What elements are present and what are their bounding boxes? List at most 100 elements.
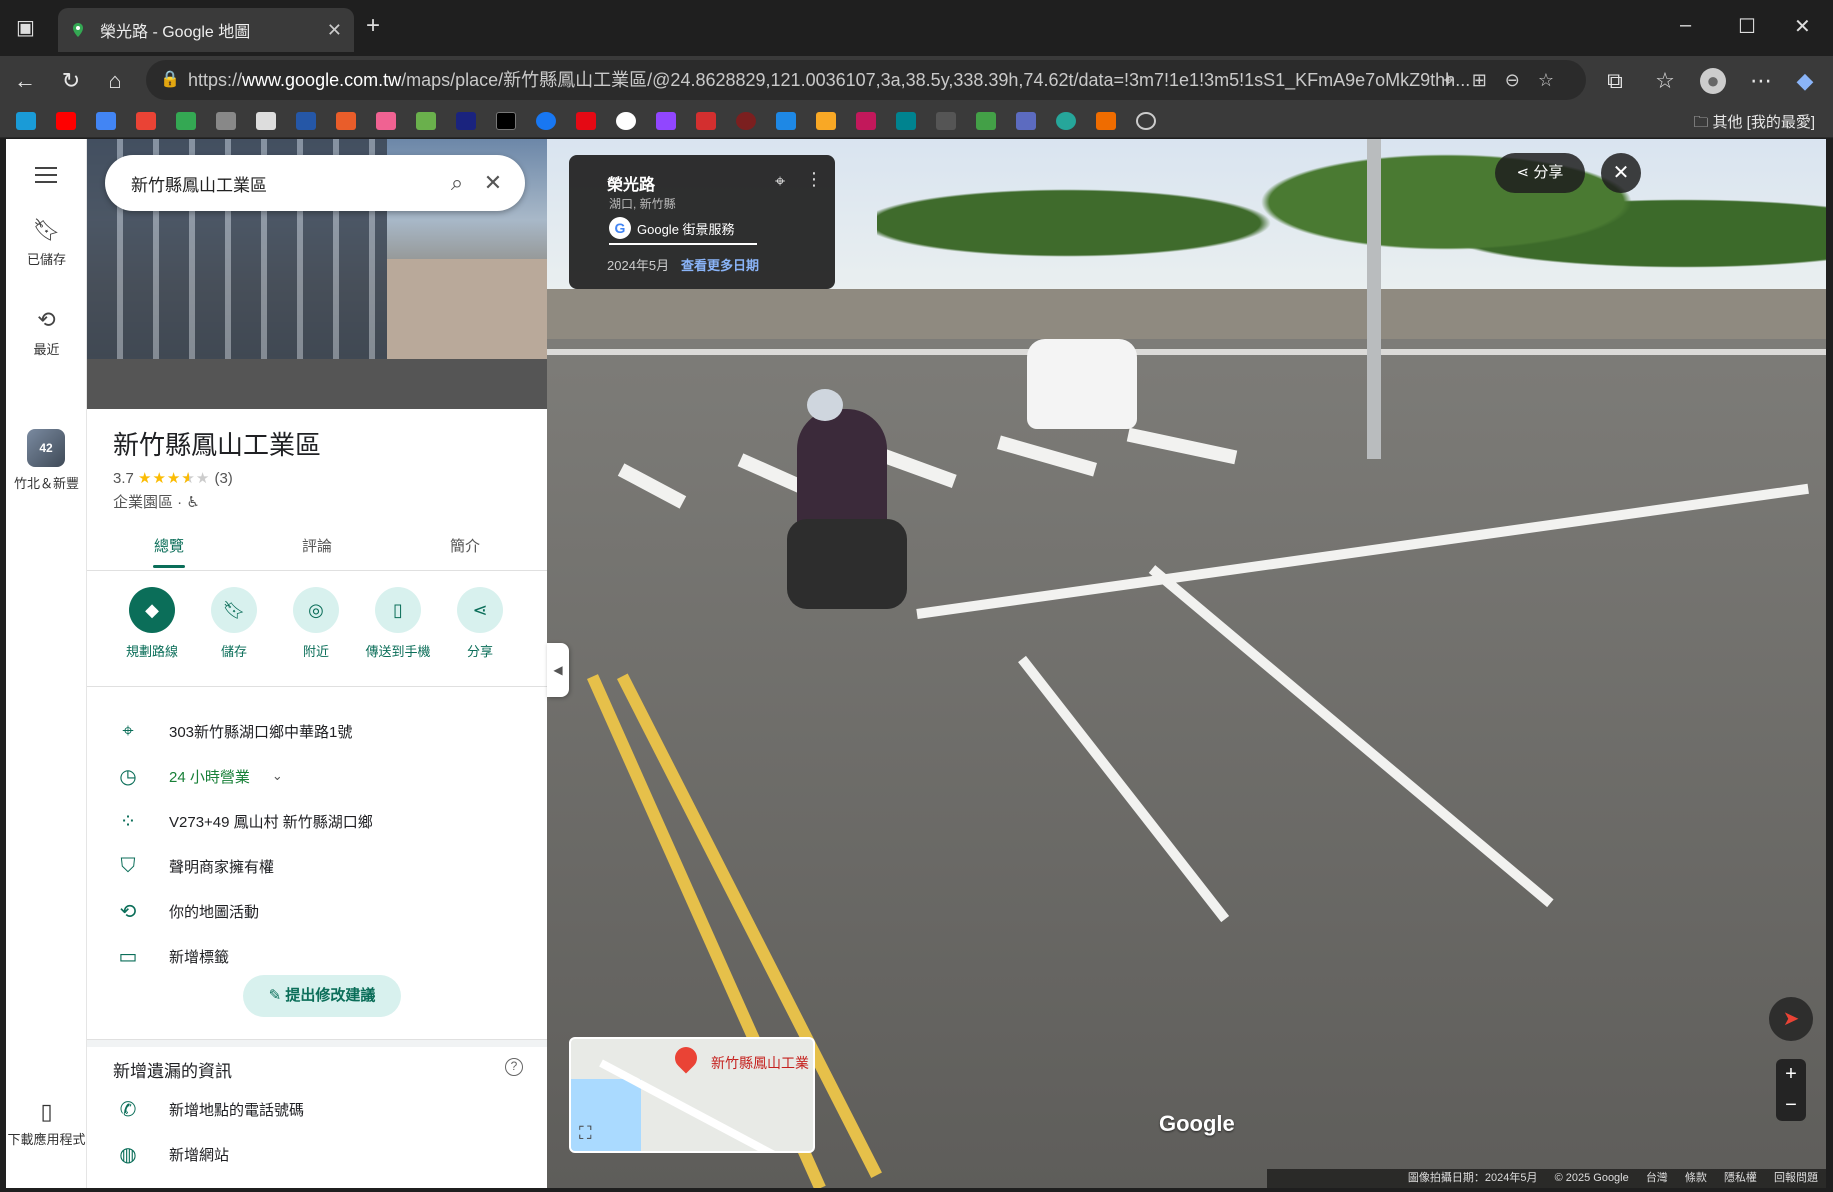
- plus-code-row[interactable]: ⁘ V273+49 鳳山村 新竹縣湖口鄉: [87, 799, 547, 843]
- maximize-icon[interactable]: ☐: [1738, 14, 1756, 39]
- share-icon: ⋖: [1516, 164, 1534, 181]
- window-close-icon[interactable]: ✕: [1794, 14, 1811, 39]
- shopee-bookmark-icon[interactable]: [336, 112, 356, 130]
- google-bookmark-icon[interactable]: [616, 112, 636, 130]
- zoom-out-icon[interactable]: −: [1776, 1090, 1806, 1121]
- recent-place-thumbnail[interactable]: 42: [27, 429, 65, 467]
- tab-overview[interactable]: 總覽: [109, 535, 229, 568]
- tab-close-icon[interactable]: ✕: [327, 20, 342, 41]
- twitch-bookmark-icon[interactable]: [656, 112, 676, 130]
- add-website-row[interactable]: ◍ 新增網站: [87, 1132, 547, 1176]
- help-icon[interactable]: ?: [505, 1058, 523, 1076]
- zoom-control[interactable]: + −: [1776, 1059, 1806, 1121]
- address-bar-icons[interactable]: ⌖⊞⊖☆: [1444, 60, 1572, 100]
- bookmark-icon[interactable]: [1096, 112, 1116, 130]
- map-activity-row[interactable]: ⟲ 你的地圖活動: [87, 889, 547, 933]
- other-favorites-folder[interactable]: 🗀 其他 [我的最愛]: [1693, 111, 1815, 137]
- send-to-phone-button[interactable]: ▯ 傳送到手機: [357, 587, 439, 660]
- bookmark-icon[interactable]: [696, 112, 716, 130]
- tab-about[interactable]: 簡介: [405, 535, 525, 556]
- bookmark-icon[interactable]: [416, 112, 436, 130]
- search-input[interactable]: [131, 173, 439, 193]
- street-view-close-button[interactable]: ✕: [1601, 153, 1641, 193]
- location-pin-icon: ⌖: [122, 719, 134, 742]
- bookmark-icon[interactable]: [1056, 112, 1076, 130]
- search-icon[interactable]: ⌕: [439, 170, 475, 196]
- extensions-icon[interactable]: ⧉: [1602, 68, 1628, 94]
- tab-reviews[interactable]: 評論: [257, 535, 377, 556]
- chevron-down-icon[interactable]: ⌄: [272, 768, 283, 784]
- browser-tab[interactable]: 榮光路 - Google 地圖 ✕: [58, 8, 354, 52]
- bookmark-icon[interactable]: [16, 112, 36, 130]
- bookmark-icon[interactable]: [736, 112, 756, 130]
- directions-button[interactable]: ◆ 規劃路線: [111, 587, 193, 660]
- collapse-panel-button[interactable]: ◀: [547, 643, 569, 697]
- bookmark-icon[interactable]: [776, 112, 796, 130]
- profile-avatar[interactable]: ●: [1700, 68, 1726, 94]
- see-more-dates-link[interactable]: 查看更多日期: [681, 255, 759, 274]
- recent-button[interactable]: ⟲ 最近: [6, 307, 87, 358]
- street-view[interactable]: 榮光路 湖口, 新竹縣 G Google 街景服務 2024年5月 查看更多日期 …: [547, 139, 1826, 1188]
- bookmark-icon[interactable]: [976, 112, 996, 130]
- recent-place-label[interactable]: 竹北＆新豐: [6, 473, 87, 492]
- reload-icon[interactable]: ↻: [58, 68, 84, 94]
- bookmark-icon[interactable]: [256, 112, 276, 130]
- expand-map-icon[interactable]: ⛶: [579, 1123, 592, 1144]
- zoom-in-icon[interactable]: +: [1776, 1059, 1806, 1090]
- report-link[interactable]: 回報問題: [1774, 1172, 1818, 1184]
- add-label-row[interactable]: ▭ 新增標籤: [87, 934, 547, 978]
- clear-search-icon[interactable]: ✕: [475, 170, 511, 196]
- new-tab-icon[interactable]: +: [366, 14, 380, 38]
- suggest-edit-button[interactable]: ✎ 提出修改建議: [243, 975, 401, 1017]
- x-bookmark-icon[interactable]: [496, 112, 516, 130]
- hours-row[interactable]: ◷ 24 小時營業 ⌄: [87, 754, 547, 798]
- hero-road: [87, 359, 547, 409]
- region-link[interactable]: 台灣: [1646, 1172, 1668, 1184]
- maps-bookmark-icon[interactable]: [176, 112, 196, 130]
- bookmark-icon[interactable]: [936, 112, 956, 130]
- bookmark-icon[interactable]: [816, 112, 836, 130]
- copilot-icon[interactable]: ◆: [1792, 68, 1818, 94]
- rating-row[interactable]: 3.7 ★★★★★★ (3): [113, 469, 233, 487]
- bookmark-icon[interactable]: [1016, 112, 1036, 130]
- lock-icon[interactable]: 🔒: [160, 60, 180, 100]
- review-count[interactable]: (3): [214, 470, 232, 487]
- privacy-link[interactable]: 隱私權: [1724, 1172, 1757, 1184]
- netflix-bookmark-icon[interactable]: [576, 112, 596, 130]
- search-box[interactable]: ⌕ ✕: [105, 155, 525, 211]
- bookmark-icon[interactable]: [296, 112, 316, 130]
- home-icon[interactable]: ⌂: [102, 68, 128, 94]
- location-pin-icon[interactable]: ⌖: [775, 171, 785, 192]
- menu-icon[interactable]: [35, 167, 57, 183]
- bookmark-icon[interactable]: [456, 112, 476, 130]
- saved-button[interactable]: 🔖︎ 已儲存: [6, 217, 87, 268]
- nearby-button[interactable]: ◎ 附近: [275, 587, 357, 660]
- nearby-icon: ◎: [293, 587, 339, 633]
- street-view-share-button[interactable]: ⋖ 分享: [1495, 153, 1585, 193]
- bookmark-icon[interactable]: [376, 112, 396, 130]
- globe-bookmark-icon[interactable]: [1136, 112, 1156, 130]
- mini-map[interactable]: 新竹縣鳳山工業 ⛶: [569, 1037, 815, 1153]
- facebook-bookmark-icon[interactable]: [536, 112, 556, 130]
- address-bar[interactable]: 🔒 https://www.google.com.tw/maps/place/新…: [146, 60, 1586, 100]
- gmail-bookmark-icon[interactable]: [136, 112, 156, 130]
- translate-bookmark-icon[interactable]: [96, 112, 116, 130]
- minimize-icon[interactable]: –: [1680, 14, 1691, 37]
- address-row[interactable]: ⌖ 303新竹縣湖口鄉中華路1號: [87, 709, 547, 753]
- download-app-button[interactable]: ▯ 下載應用程式: [6, 1099, 87, 1148]
- youtube-bookmark-icon[interactable]: [56, 112, 76, 130]
- claim-business-row[interactable]: ⛉ 聲明商家擁有權: [87, 844, 547, 888]
- favorites-icon[interactable]: ☆: [1652, 68, 1678, 94]
- back-icon[interactable]: ←: [12, 68, 38, 94]
- save-button[interactable]: 🔖︎ 儲存: [193, 587, 275, 660]
- more-options-icon[interactable]: ⋮: [805, 169, 823, 190]
- tools-bookmark-icon[interactable]: [216, 112, 236, 130]
- add-phone-row[interactable]: ✆ 新增地點的電話號碼: [87, 1087, 547, 1131]
- bookmark-icon[interactable]: [896, 112, 916, 130]
- terms-link[interactable]: 條款: [1685, 1172, 1707, 1184]
- bookmark-icon[interactable]: [856, 112, 876, 130]
- compass-icon[interactable]: ➤: [1769, 997, 1813, 1041]
- tab-actions-icon[interactable]: ▣: [16, 18, 35, 38]
- share-button[interactable]: ⋖ 分享: [439, 587, 521, 660]
- more-menu-icon[interactable]: ⋯: [1748, 68, 1774, 94]
